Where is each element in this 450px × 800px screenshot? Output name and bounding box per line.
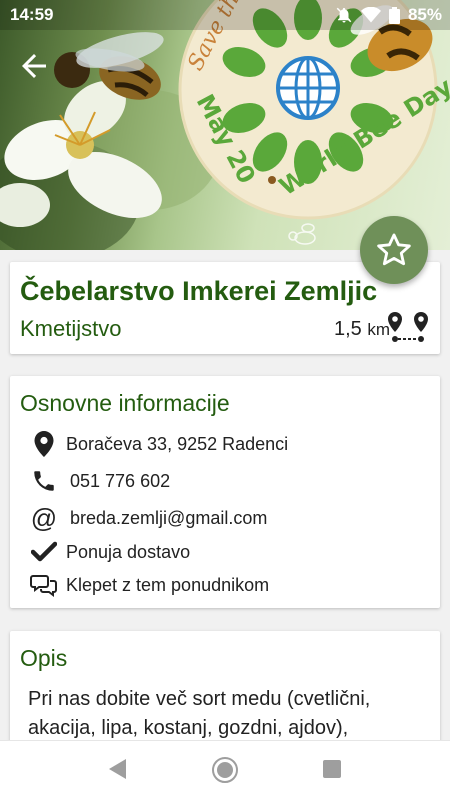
address-text: Boračeva 33, 9252 Radenci — [66, 433, 289, 454]
hero-image: Save th May 20 World Bee Day — [0, 0, 450, 250]
status-time: 14:59 — [10, 5, 54, 24]
checkmark-icon — [30, 538, 58, 566]
at-icon: @ — [30, 502, 58, 533]
listing-category: Kmetijstvo — [20, 316, 122, 341]
map-pin-icon — [30, 430, 58, 458]
route-pins-icon — [388, 312, 428, 342]
route-button[interactable] — [386, 310, 430, 351]
favorite-button[interactable] — [360, 216, 428, 284]
listing-title: Čebelarstvo Imkerei Zemljic — [20, 276, 378, 306]
description-card: Opis Pri nas dobite več sort medu (cvetl… — [10, 631, 440, 751]
chat-text: Klepet z tem ponudnikom — [66, 574, 270, 595]
phone-row[interactable]: 051 776 602 — [30, 467, 170, 495]
email-row[interactable]: @ breda.zemlji@gmail.com — [30, 502, 268, 533]
listing-distance: 1,5 km — [334, 318, 390, 341]
arrow-left-icon — [22, 54, 46, 78]
bee-outline-icon — [288, 223, 316, 245]
system-nav-bar — [0, 740, 450, 800]
phone-icon — [30, 467, 58, 495]
nav-home-button[interactable] — [211, 756, 239, 789]
battery-level: 85% — [407, 5, 442, 24]
triangle-back-icon — [109, 759, 126, 779]
status-bar: 14:59 85% — [0, 0, 450, 30]
phone-text: 051 776 602 — [70, 470, 171, 491]
distance-value: 1,5 — [333, 318, 362, 340]
description-heading: Opis — [20, 645, 68, 671]
basic-info-card: Osnovne informacije Boračeva 33, 9252 Ra… — [10, 376, 440, 608]
notifications-off-icon — [335, 6, 353, 24]
back-button[interactable] — [16, 48, 52, 84]
wifi-icon — [360, 7, 381, 23]
delivery-text: Ponuja dostavo — [66, 541, 191, 562]
nav-back-button[interactable] — [106, 757, 128, 786]
basic-info-heading: Osnovne informacije — [20, 390, 230, 416]
circle-home-icon — [212, 757, 238, 783]
email-text: breda.zemlji@gmail.com — [70, 507, 268, 528]
address-row[interactable]: Boračeva 33, 9252 Radenci — [30, 430, 288, 458]
chat-row[interactable]: Klepet z tem ponudnikom — [30, 571, 269, 599]
delivery-row: Ponuja dostavo — [30, 538, 190, 566]
star-icon — [377, 233, 411, 266]
chat-bubbles-icon — [30, 571, 58, 599]
nav-recents-button[interactable] — [322, 759, 342, 784]
world-bee-day-badge: Save th May 20 World Bee Day — [178, 0, 450, 220]
description-text: Pri nas dobite več sort medu (cvetlični,… — [28, 688, 371, 739]
battery-icon — [388, 6, 400, 24]
square-recents-icon — [323, 760, 341, 778]
